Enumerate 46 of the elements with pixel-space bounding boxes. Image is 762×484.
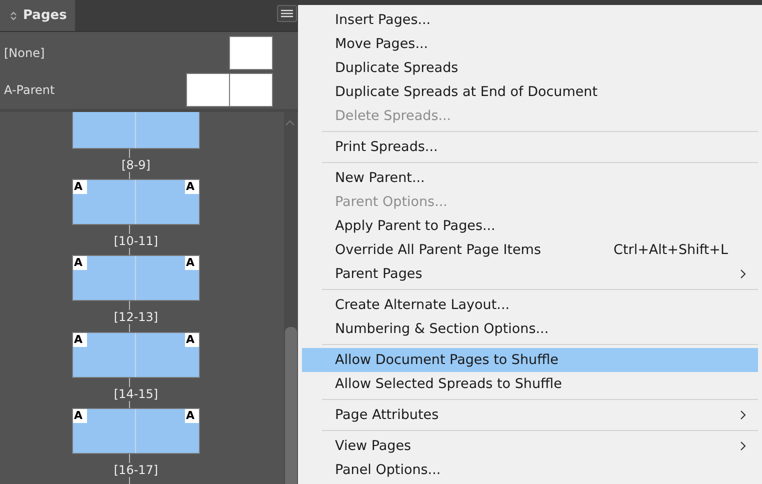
- panel-title: Pages: [23, 8, 67, 23]
- menu-item[interactable]: Insert Pages...: [302, 8, 758, 32]
- spread-label: [10-11]: [112, 234, 160, 248]
- parent-marker: A: [73, 256, 87, 270]
- spread-label: [8-9]: [120, 158, 152, 172]
- parent-marker: A: [73, 180, 87, 194]
- spread-thumbnail[interactable]: A A: [72, 179, 200, 226]
- spread-label: [14-15]: [112, 386, 160, 401]
- spread-label: [16-17]: [112, 462, 160, 477]
- menu-item[interactable]: Override All Parent Page Items Ctrl+Alt+Shift+L: [302, 238, 758, 262]
- menu-item[interactable]: Apply Parent to Pages...: [302, 214, 758, 238]
- menu-item[interactable]: Print Spreads...: [302, 135, 758, 159]
- parent-name: A-Parent: [4, 83, 55, 97]
- menu-item[interactable]: Allow Selected Spreads to Shuffle: [302, 372, 758, 396]
- parent-name: [None]: [4, 46, 45, 60]
- expand-collapse-icon: [10, 10, 17, 20]
- menu-item[interactable]: View Pages: [302, 434, 758, 458]
- menu-item[interactable]: Duplicate Spreads at End of Document: [302, 80, 758, 104]
- menu-item[interactable]: Move Pages...: [302, 32, 758, 56]
- menu-item[interactable]: Duplicate Spreads: [302, 56, 758, 80]
- spread-thumbnail[interactable]: A A: [72, 332, 200, 378]
- parent-marker: A: [73, 332, 87, 347]
- menu-item[interactable]: Numbering & Section Options...: [302, 317, 758, 341]
- scrollbar-thumb[interactable]: [285, 327, 297, 484]
- parent-marker: A: [185, 408, 199, 423]
- parent-marker: A: [185, 332, 199, 347]
- menu-item[interactable]: Allow Document Pages to Shuffle: [302, 348, 758, 372]
- scrollbar[interactable]: [284, 112, 297, 484]
- menu-item[interactable]: New Parent...: [302, 166, 758, 190]
- spread-label: [12-13]: [112, 310, 160, 324]
- page-thumbnail[interactable]: [230, 37, 272, 69]
- menu-item[interactable]: Page Attributes: [302, 403, 758, 427]
- parent-marker: A: [185, 180, 199, 194]
- menu-item[interactable]: Parent Pages: [302, 262, 758, 286]
- menu-icon[interactable]: [277, 5, 297, 22]
- menu-item[interactable]: Panel Options...: [302, 458, 758, 482]
- scroll-up-icon[interactable]: [285, 120, 295, 126]
- panel-tab[interactable]: Pages: [0, 0, 75, 31]
- menu-item[interactable]: Create Alternate Layout...: [302, 293, 758, 317]
- spread-thumbnail[interactable]: [72, 112, 200, 149]
- spread-thumbnail[interactable]: A A: [72, 408, 200, 454]
- page-thumbnail[interactable]: [230, 74, 272, 106]
- parent-marker: A: [73, 408, 87, 423]
- page-thumbnail[interactable]: [187, 74, 229, 106]
- spread-thumbnail[interactable]: A A: [72, 255, 200, 302]
- parent-marker: A: [185, 256, 199, 270]
